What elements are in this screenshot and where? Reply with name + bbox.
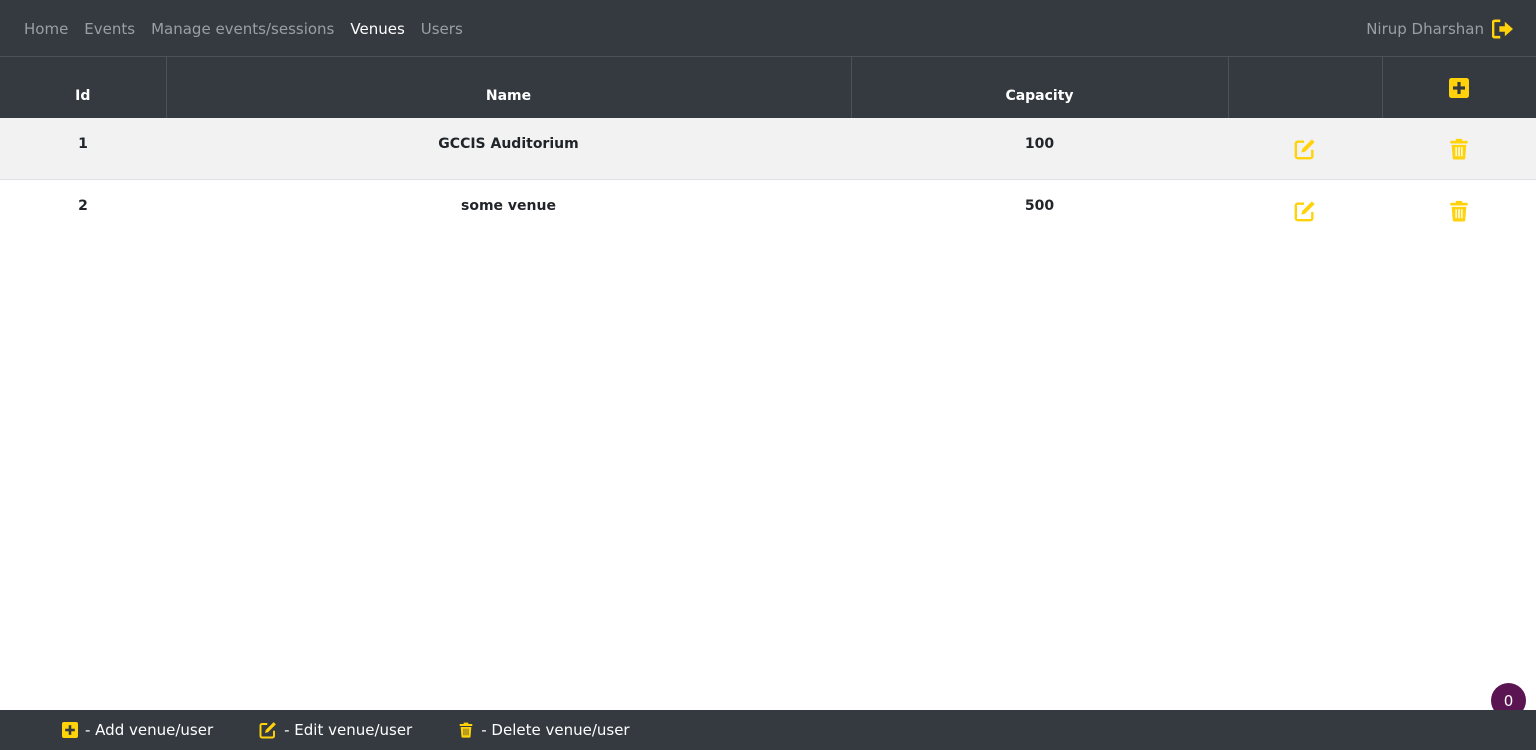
cell-edit xyxy=(1228,118,1382,179)
trash-icon[interactable] xyxy=(1448,200,1470,222)
add-venue-icon[interactable] xyxy=(1449,78,1470,98)
column-header-capacity: Capacity xyxy=(851,57,1229,118)
user-area: Nirup Dharshan xyxy=(1366,0,1514,57)
legend-label-edit: - Edit venue/user xyxy=(284,721,413,739)
trash-icon xyxy=(458,722,474,738)
column-header-id: Id xyxy=(0,57,167,118)
top-navbar: Home Events Manage events/sessions Venue… xyxy=(0,0,1536,57)
column-header-add xyxy=(1382,57,1536,118)
edit-icon[interactable] xyxy=(1294,138,1316,160)
nav-link-home[interactable]: Home xyxy=(24,20,68,38)
legend-item-edit: - Edit venue/user xyxy=(259,721,412,739)
nav-links: Home Events Manage events/sessions Venue… xyxy=(24,0,463,57)
legend-label-delete: - Delete venue/user xyxy=(481,721,630,739)
icon-legend: - Add venue/user - Edit venue/user - Del… xyxy=(62,710,676,750)
cell-id: 2 xyxy=(78,197,88,214)
edit-icon xyxy=(259,721,277,739)
cell-id: 1 xyxy=(78,136,88,152)
cell-delete xyxy=(1382,179,1536,240)
legend-item-delete: - Delete venue/user xyxy=(458,721,630,739)
nav-link-venues[interactable]: Venues xyxy=(350,20,404,38)
cell-name: some venue xyxy=(461,197,556,214)
cell-name: GCCIS Auditorium xyxy=(438,136,579,152)
nav-link-users[interactable]: Users xyxy=(421,20,463,38)
column-header-edit xyxy=(1228,57,1383,118)
user-name: Nirup Dharshan xyxy=(1366,19,1484,38)
venues-table-wrapper: Id Name Capacity 1 GCCIS Auditorium 100 … xyxy=(0,57,1536,240)
footer-legend-bar: - Add venue/user - Edit venue/user - Del… xyxy=(0,710,1536,750)
legend-label-add: - Add venue/user xyxy=(85,721,214,739)
cell-delete xyxy=(1382,118,1536,179)
nav-link-manage-events-sessions[interactable]: Manage events/sessions xyxy=(151,20,334,38)
trash-icon[interactable] xyxy=(1448,138,1470,160)
cell-capacity: 100 xyxy=(1024,136,1055,152)
edit-icon[interactable] xyxy=(1294,200,1316,222)
venues-page: Home Events Manage events/sessions Venue… xyxy=(0,0,1536,750)
table-row: 1 GCCIS Auditorium 100 xyxy=(0,118,1536,179)
cell-edit xyxy=(1228,179,1382,240)
nav-link-events[interactable]: Events xyxy=(84,20,135,38)
venues-table: Id Name Capacity 1 GCCIS Auditorium 100 … xyxy=(0,57,1536,240)
legend-item-add: - Add venue/user xyxy=(62,721,213,739)
plus-square-icon xyxy=(62,722,78,738)
column-header-name: Name xyxy=(166,57,852,118)
table-row: 2 some venue 500 xyxy=(0,179,1536,240)
cell-capacity: 500 xyxy=(1024,197,1055,214)
logout-icon[interactable] xyxy=(1491,18,1514,39)
table-header-row: Id Name Capacity xyxy=(0,57,1536,118)
